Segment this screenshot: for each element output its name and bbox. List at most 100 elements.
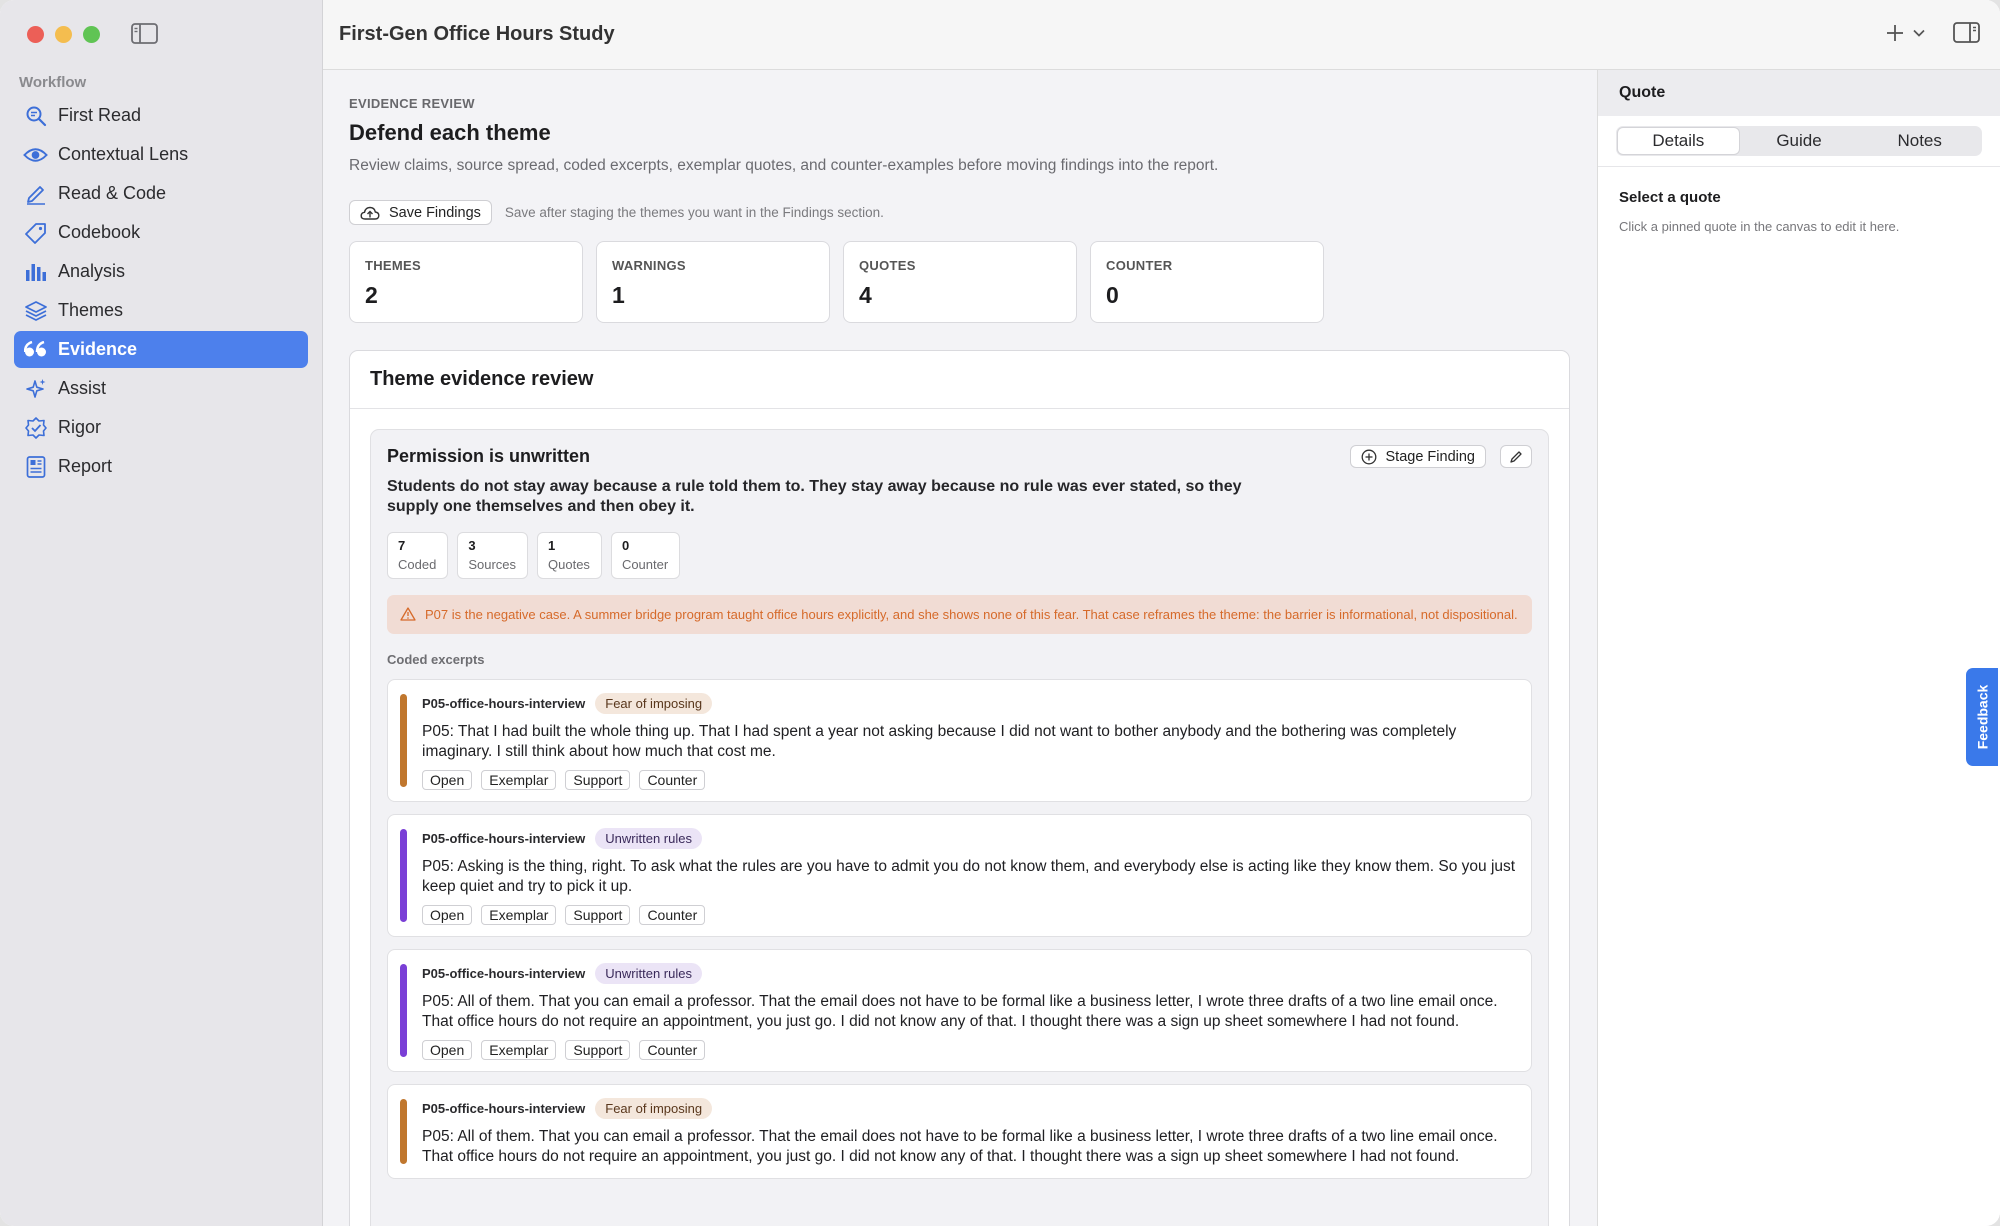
evidence-canvas: EVIDENCE REVIEW Defend each theme Review… — [323, 70, 1597, 1226]
support-button[interactable]: Support — [565, 905, 631, 925]
code-tag[interactable]: Unwritten rules — [595, 963, 702, 984]
save-findings-button[interactable]: Save Findings — [349, 200, 492, 225]
inspector-panel: Quote Details Guide Notes Select a quote… — [1597, 70, 2000, 1226]
code-tag[interactable]: Fear of imposing — [595, 693, 713, 714]
excerpt-text: P05: That I had built the whole thing up… — [422, 723, 1457, 760]
exemplar-button[interactable]: Exemplar — [481, 770, 557, 790]
metric-chip-counter: 0 Counter — [610, 532, 681, 579]
tag-icon — [23, 220, 48, 245]
sidebar-item-label: Rigor — [58, 417, 102, 437]
metric-value: 1 — [548, 538, 556, 553]
chevron-down-icon — [1913, 29, 1925, 37]
metric-value: 3 — [468, 538, 476, 553]
pencil-icon — [1510, 450, 1522, 463]
sidebar-section-label: Workflow — [19, 74, 87, 91]
shield-check-icon — [23, 415, 48, 440]
warning-triangle-icon — [400, 607, 416, 621]
support-button[interactable]: Support — [565, 1040, 631, 1060]
magnifier-icon — [23, 103, 48, 128]
warning-text: P07 is the negative case. A summer bridg… — [425, 607, 1518, 622]
excerpt-card[interactable]: P05-office-hours-interview Unwritten rul… — [387, 814, 1532, 937]
empty-state-title: Select a quote — [1619, 189, 1721, 206]
metric-label: Coded — [398, 557, 437, 572]
content-row: EVIDENCE REVIEW Defend each theme Review… — [323, 70, 2000, 1226]
stat-card-themes: THEMES 2 — [349, 241, 583, 323]
plus-icon — [1887, 24, 1903, 41]
code-color-bar — [400, 829, 407, 922]
eye-icon — [23, 142, 48, 167]
exemplar-button[interactable]: Exemplar — [481, 1040, 557, 1060]
sidebar-item-themes[interactable]: Themes — [14, 292, 308, 329]
page-eyebrow: EVIDENCE REVIEW — [349, 96, 475, 111]
edit-theme-button[interactable] — [1500, 445, 1532, 468]
sidebar-item-read-code[interactable]: Read & Code — [14, 175, 308, 212]
save-findings-label: Save Findings — [389, 204, 481, 221]
metric-chip-sources: 3 Sources — [457, 532, 529, 579]
tab-details[interactable]: Details — [1618, 128, 1739, 154]
sidebar-nav: First Read Contextual Lens Read & Code C… — [14, 97, 308, 487]
zoom-window-button[interactable] — [83, 26, 100, 43]
open-button[interactable]: Open — [422, 770, 473, 790]
code-color-bar — [400, 1099, 407, 1164]
stat-value: 4 — [859, 282, 872, 308]
open-button[interactable]: Open — [422, 905, 473, 925]
report-icon — [23, 454, 48, 479]
sidebar-item-rigor[interactable]: Rigor — [14, 409, 308, 446]
code-tag[interactable]: Unwritten rules — [595, 828, 702, 849]
counter-button[interactable]: Counter — [639, 1040, 706, 1060]
add-menu-button[interactable] — [1885, 23, 1925, 43]
close-window-button[interactable] — [27, 26, 44, 43]
counter-button[interactable]: Counter — [639, 905, 706, 925]
excerpt-card[interactable]: P05-office-hours-interview Fear of impos… — [387, 1084, 1532, 1179]
tab-notes[interactable]: Notes — [1859, 128, 1980, 154]
stats-row: THEMES 2 WARNINGS 1 QUOTES 4 COUNTER 0 — [349, 241, 1570, 323]
window-controls — [27, 26, 100, 43]
excerpt-source: P05-office-hours-interview — [422, 1101, 586, 1116]
layers-icon — [23, 298, 48, 323]
sidebar-item-label: Codebook — [58, 222, 141, 242]
metric-label: Quotes — [548, 557, 590, 572]
open-button[interactable]: Open — [422, 1040, 473, 1060]
save-hint: Save after staging the themes you want i… — [504, 205, 884, 220]
toolbar-actions — [1885, 22, 1980, 43]
excerpt-card[interactable]: P05-office-hours-interview Fear of impos… — [387, 679, 1532, 802]
panel-title: Theme evidence review — [350, 351, 1569, 409]
support-button[interactable]: Support — [565, 770, 631, 790]
save-row: Save Findings Save after staging the the… — [349, 200, 1570, 225]
sidebar-item-evidence[interactable]: Evidence — [14, 331, 308, 368]
counter-button[interactable]: Counter — [639, 770, 706, 790]
stat-card-counter: COUNTER 0 — [1090, 241, 1324, 323]
sidebar-toggle-icon[interactable] — [131, 23, 158, 44]
code-tag[interactable]: Fear of imposing — [595, 1098, 713, 1119]
sidebar-item-label: Evidence — [58, 339, 138, 359]
exemplar-button[interactable]: Exemplar — [481, 905, 557, 925]
negative-case-warning: P07 is the negative case. A summer bridg… — [387, 595, 1532, 634]
stat-label: THEMES — [365, 258, 421, 273]
sidebar: Workflow First Read Contextual Lens Read… — [0, 0, 323, 1226]
sidebar-item-label: Analysis — [58, 261, 126, 281]
stat-value: 0 — [1106, 282, 1119, 308]
sidebar-item-first-read[interactable]: First Read — [14, 97, 308, 134]
sidebar-item-analysis[interactable]: Analysis — [14, 253, 308, 290]
pencil-icon — [23, 181, 48, 206]
empty-state-hint: Click a pinned quote in the canvas to ed… — [1619, 219, 1900, 234]
sidebar-item-codebook[interactable]: Codebook — [14, 214, 308, 251]
feedback-tab[interactable]: Feedback — [1966, 668, 1998, 766]
sidebar-item-contextual-lens[interactable]: Contextual Lens — [14, 136, 308, 173]
inspector-toggle-icon[interactable] — [1953, 22, 1980, 43]
excerpt-card[interactable]: P05-office-hours-interview Unwritten rul… — [387, 949, 1532, 1072]
minimize-window-button[interactable] — [55, 26, 72, 43]
excerpt-text: P05: All of them. That you can email a p… — [422, 993, 1498, 1030]
code-color-bar — [400, 964, 407, 1057]
tab-guide[interactable]: Guide — [1739, 128, 1860, 154]
sidebar-item-assist[interactable]: Assist — [14, 370, 308, 407]
sidebar-item-report[interactable]: Report — [14, 448, 308, 485]
stage-finding-button[interactable]: Stage Finding — [1349, 445, 1486, 468]
coded-excerpts-label: Coded excerpts — [387, 652, 485, 667]
excerpt-source: P05-office-hours-interview — [422, 696, 586, 711]
stat-card-quotes: QUOTES 4 — [843, 241, 1077, 323]
cloud-upload-icon — [360, 206, 380, 220]
divider — [1598, 166, 2000, 167]
app-window: Workflow First Read Contextual Lens Read… — [0, 0, 2000, 1226]
theme-claim: Students do not stay away because a rule… — [387, 478, 1242, 515]
